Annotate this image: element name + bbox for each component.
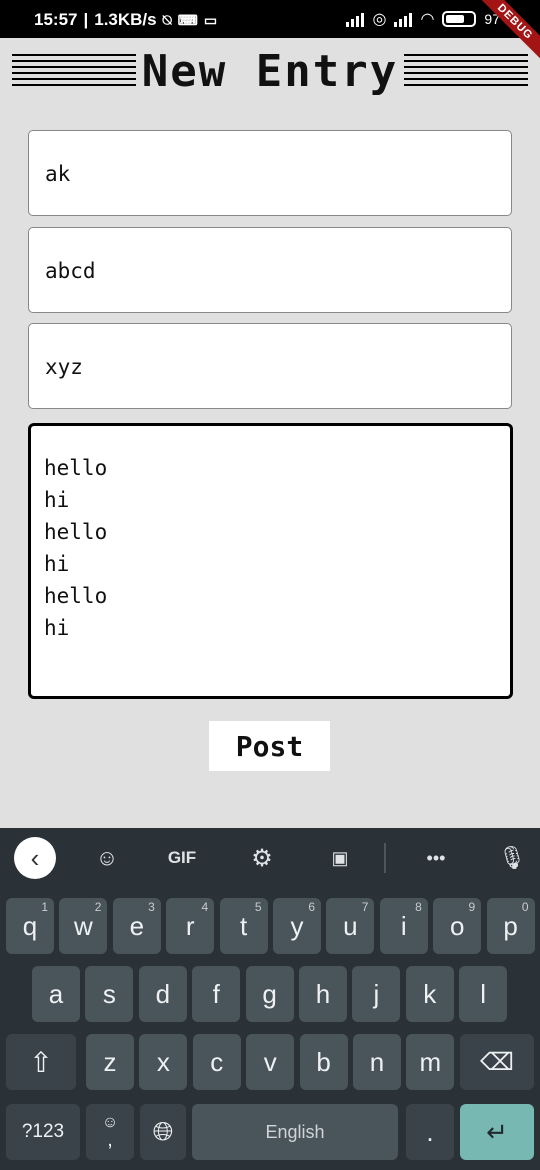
globe-icon[interactable]: 🌐︎ <box>140 1104 186 1160</box>
gif-button[interactable]: GIF <box>160 838 204 878</box>
keyboard-row-3: ⇧ ⌫ zxcvbnm <box>0 1034 540 1090</box>
soft-keyboard: ‹ ☺ GIF ⚙ ▣ ••• 🎙 q1w2e3r4t5y6u7i8o9p0 a… <box>0 828 540 1170</box>
battery-icon <box>442 11 477 27</box>
key-y[interactable]: y6 <box>273 898 321 954</box>
entry-field-1-input[interactable] <box>43 131 497 217</box>
signal-icon <box>346 11 365 27</box>
key-hint: 7 <box>361 900 369 914</box>
key-hint: 8 <box>415 900 422 914</box>
signal-icon-2 <box>394 11 413 27</box>
backspace-key[interactable]: ⌫ <box>460 1034 534 1090</box>
comma-label: , <box>107 1129 113 1151</box>
key-o[interactable]: o9 <box>433 898 482 954</box>
key-g[interactable]: g <box>245 966 294 1022</box>
enter-key[interactable]: ↵ <box>460 1104 534 1160</box>
app-header: New Entry <box>0 38 540 110</box>
key-m[interactable]: m <box>406 1034 455 1090</box>
keyboard-toolbar: ‹ ☺ GIF ⚙ ▣ ••• 🎙 <box>0 828 540 888</box>
sticker-icon[interactable]: ☺ <box>90 838 124 878</box>
post-button[interactable]: Post <box>209 721 330 771</box>
key-a[interactable]: a <box>32 966 80 1022</box>
alarm-off-icon: ⍉ <box>162 11 172 29</box>
keyboard-icon: ⌨ <box>177 11 198 28</box>
laptop-icon: ▭ <box>203 11 218 28</box>
key-hint: 1 <box>41 900 48 914</box>
key-z[interactable]: z <box>86 1034 134 1090</box>
key-label: w <box>74 910 93 941</box>
key-p[interactable]: p0 <box>486 898 535 954</box>
microphone-icon[interactable]: 🎙 <box>496 838 528 878</box>
key-v[interactable]: v <box>246 1034 295 1090</box>
entry-field-2[interactable] <box>28 227 512 314</box>
entry-field-3[interactable] <box>28 323 512 410</box>
key-hint: 4 <box>201 900 209 914</box>
status-time: 15:57 <box>34 10 78 29</box>
key-l[interactable]: l <box>459 966 508 1022</box>
header-stripes-right <box>404 54 528 90</box>
key-hint: 6 <box>308 900 315 914</box>
key-label: o <box>449 910 465 941</box>
status-right: ◎ ◠ 97 <box>346 9 500 29</box>
translate-icon[interactable]: ▣ <box>324 838 356 878</box>
key-hint: 3 <box>148 900 155 914</box>
chevron-left-icon[interactable]: ‹ <box>14 837 56 879</box>
key-hint: 2 <box>94 900 102 914</box>
status-left: 15:57 | 1.3KB/s ⍉ ⌨ ▭ <box>34 10 218 29</box>
key-e[interactable]: e3 <box>112 898 161 954</box>
keyboard-row-1: q1w2e3r4t5y6u7i8o9p0 <box>0 898 540 954</box>
entry-field-2-input[interactable] <box>43 228 497 314</box>
key-label: p <box>503 910 518 941</box>
key-label: r <box>185 910 195 941</box>
key-s[interactable]: s <box>85 966 134 1022</box>
key-h[interactable]: h <box>299 966 347 1022</box>
key-hint: 9 <box>468 900 476 914</box>
space-key[interactable]: English <box>192 1104 398 1160</box>
key-c[interactable]: c <box>192 1034 241 1090</box>
key-d[interactable]: d <box>138 966 187 1022</box>
key-label: y <box>290 910 304 941</box>
key-i[interactable]: i8 <box>379 898 428 954</box>
entry-field-3-input[interactable] <box>43 324 497 410</box>
key-f[interactable]: f <box>192 966 241 1022</box>
key-label: i <box>400 910 407 941</box>
key-hint: 5 <box>254 900 262 914</box>
entry-body-textarea[interactable]: hello hi hello hi hello hi <box>44 452 494 682</box>
key-r[interactable]: r4 <box>166 898 215 954</box>
keyboard-row-2: asdfghjkl <box>0 966 540 1022</box>
entry-field-1[interactable] <box>28 130 512 217</box>
wifi-icon: ◠ <box>420 11 435 28</box>
key-label: t <box>239 910 248 941</box>
shift-key[interactable]: ⇧ <box>6 1034 76 1090</box>
period-key[interactable]: . <box>406 1104 454 1160</box>
comma-key[interactable]: ☺ , <box>86 1104 134 1160</box>
key-q[interactable]: q1 <box>6 898 54 954</box>
symbols-key[interactable]: ?123 <box>6 1104 80 1160</box>
key-label: q <box>22 910 38 941</box>
status-bar: 15:57 | 1.3KB/s ⍉ ⌨ ▭ ◎ ◠ 97 <box>0 0 540 38</box>
network-speed: 1.3KB/s <box>94 10 157 29</box>
key-label: e <box>129 910 145 941</box>
key-n[interactable]: n <box>353 1034 401 1090</box>
key-t[interactable]: t5 <box>219 898 268 954</box>
key-w[interactable]: w2 <box>59 898 108 954</box>
key-u[interactable]: u7 <box>326 898 375 954</box>
key-j[interactable]: j <box>352 966 401 1022</box>
key-k[interactable]: k <box>405 966 454 1022</box>
key-hint: 0 <box>521 900 529 914</box>
hotspot-icon: ◎ <box>372 11 387 28</box>
key-b[interactable]: b <box>299 1034 348 1090</box>
more-options-icon[interactable]: ••• <box>416 838 456 878</box>
key-x[interactable]: x <box>139 1034 188 1090</box>
key-label: u <box>343 910 358 941</box>
keyboard-row-4: ?123 ☺ , 🌐︎ English . ↵ <box>0 1104 540 1160</box>
gear-icon[interactable]: ⚙ <box>246 838 278 878</box>
toolbar-divider <box>384 843 386 873</box>
entry-body[interactable]: hello hi hello hi hello hi <box>28 423 513 699</box>
